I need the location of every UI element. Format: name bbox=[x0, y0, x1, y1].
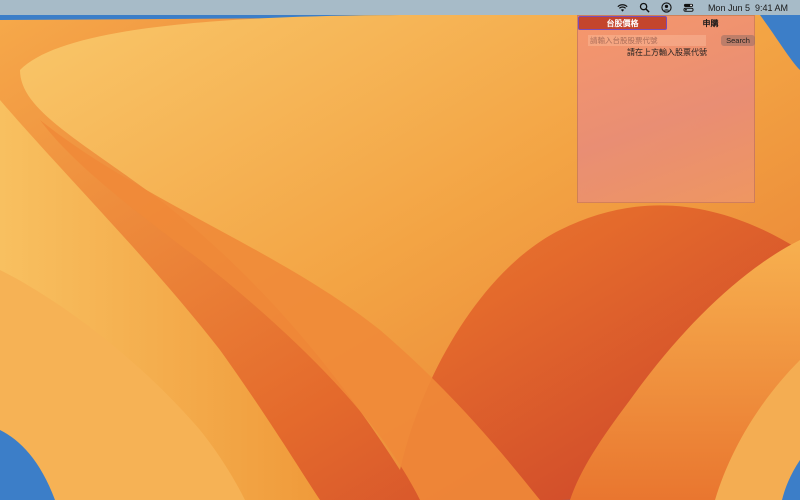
control-center-icon[interactable] bbox=[683, 2, 694, 13]
stock-popover-window: 台股價格 申購 Search 請在上方輸入股票代號 bbox=[577, 15, 755, 203]
search-row: Search bbox=[588, 35, 756, 47]
search-icon[interactable] bbox=[639, 2, 650, 13]
tab-bar: 台股價格 申購 bbox=[578, 16, 754, 30]
menu-bar: Mon Jun 5 9:41 AM bbox=[0, 0, 800, 15]
tab-ipo-subscription[interactable]: 申購 bbox=[667, 16, 754, 30]
clock-date: Mon Jun 5 bbox=[707, 2, 750, 13]
menu-bar-clock[interactable]: Mon Jun 5 9:41 AM bbox=[708, 3, 788, 13]
clock-time: 9:41 AM bbox=[754, 2, 788, 13]
search-button[interactable]: Search bbox=[721, 35, 755, 46]
tab-stock-price[interactable]: 台股價格 bbox=[578, 16, 667, 30]
wifi-icon[interactable] bbox=[617, 2, 628, 13]
user-icon[interactable] bbox=[661, 2, 672, 13]
hint-text: 請在上方輸入股票代號 bbox=[627, 48, 707, 57]
stock-code-input[interactable] bbox=[588, 35, 706, 46]
desktop: Mon Jun 5 9:41 AM 台股價格 申購 Search 請在上方輸入股… bbox=[0, 0, 800, 500]
